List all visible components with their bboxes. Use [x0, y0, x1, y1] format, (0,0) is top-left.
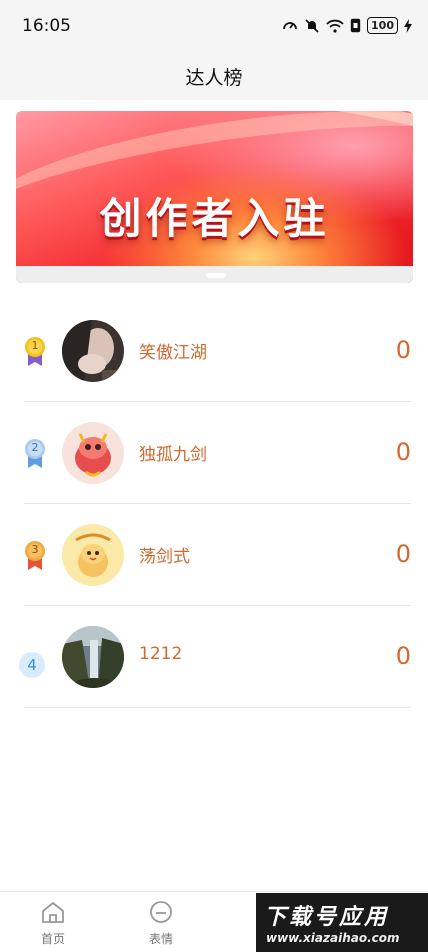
rank-number: 2: [31, 441, 39, 454]
watermark-title: 下载号应用: [264, 905, 390, 930]
charging-bolt-icon: [404, 18, 412, 33]
status-icons: 100: [282, 17, 412, 34]
user-name[interactable]: 荡剑式: [139, 542, 190, 567]
gold-medal-icon: 1: [24, 336, 46, 366]
user-score: 0: [395, 438, 411, 466]
banner-indicator-bar: [16, 266, 413, 283]
user-score: 0: [395, 642, 411, 670]
user-name[interactable]: 笑傲江湖: [139, 338, 207, 363]
bronze-medal-icon: 3: [24, 540, 46, 570]
banner-title: 创作者入驻: [99, 194, 330, 243]
avatar[interactable]: [62, 320, 124, 382]
speedometer-icon: [282, 18, 298, 34]
sim-icon: [350, 18, 361, 33]
emoji-icon: [148, 901, 174, 928]
rank-number: 4: [19, 652, 45, 678]
page-title: 达人榜: [185, 67, 243, 89]
tab-home[interactable]: 首页: [18, 900, 88, 947]
divider: [24, 707, 411, 708]
user-name[interactable]: 独孤九剑: [139, 440, 207, 465]
rank-number: 3: [31, 543, 39, 556]
ranking-row-3[interactable]: 3 荡剑式 0: [0, 504, 428, 606]
nav-bar: 达人榜: [0, 50, 428, 100]
avatar[interactable]: [62, 626, 124, 688]
banner-page-dot[interactable]: [206, 273, 226, 278]
watermark-url: www.xiazaihao.com: [266, 931, 400, 945]
ranking-row-2[interactable]: 2 独孤九剑 0: [0, 402, 428, 504]
user-name[interactable]: 1212: [139, 644, 182, 664]
avatar[interactable]: [62, 422, 124, 484]
user-score: 0: [395, 540, 411, 568]
avatar[interactable]: [62, 524, 124, 586]
home-icon: [40, 902, 66, 928]
wifi-icon: [326, 19, 344, 33]
silver-medal-icon: 2: [24, 438, 46, 468]
ranking-row-4[interactable]: 4 1212 0: [0, 606, 428, 708]
rank-number: 1: [31, 339, 39, 352]
tab-label: 表情: [148, 932, 173, 946]
creator-banner[interactable]: 创作者入驻: [16, 111, 413, 283]
status-time: 16:05: [22, 16, 71, 36]
mute-bell-icon: [304, 18, 320, 34]
ranking-row-1[interactable]: 1 笑傲江湖 0: [0, 300, 428, 402]
battery-level: 100: [367, 17, 398, 34]
watermark: 下载号应用 www.xiazaihao.com: [256, 893, 428, 952]
user-score: 0: [395, 336, 411, 364]
tab-emoji[interactable]: 表情: [126, 900, 196, 947]
tab-label: 首页: [40, 932, 65, 946]
status-bar: 16:05 100: [0, 0, 428, 50]
